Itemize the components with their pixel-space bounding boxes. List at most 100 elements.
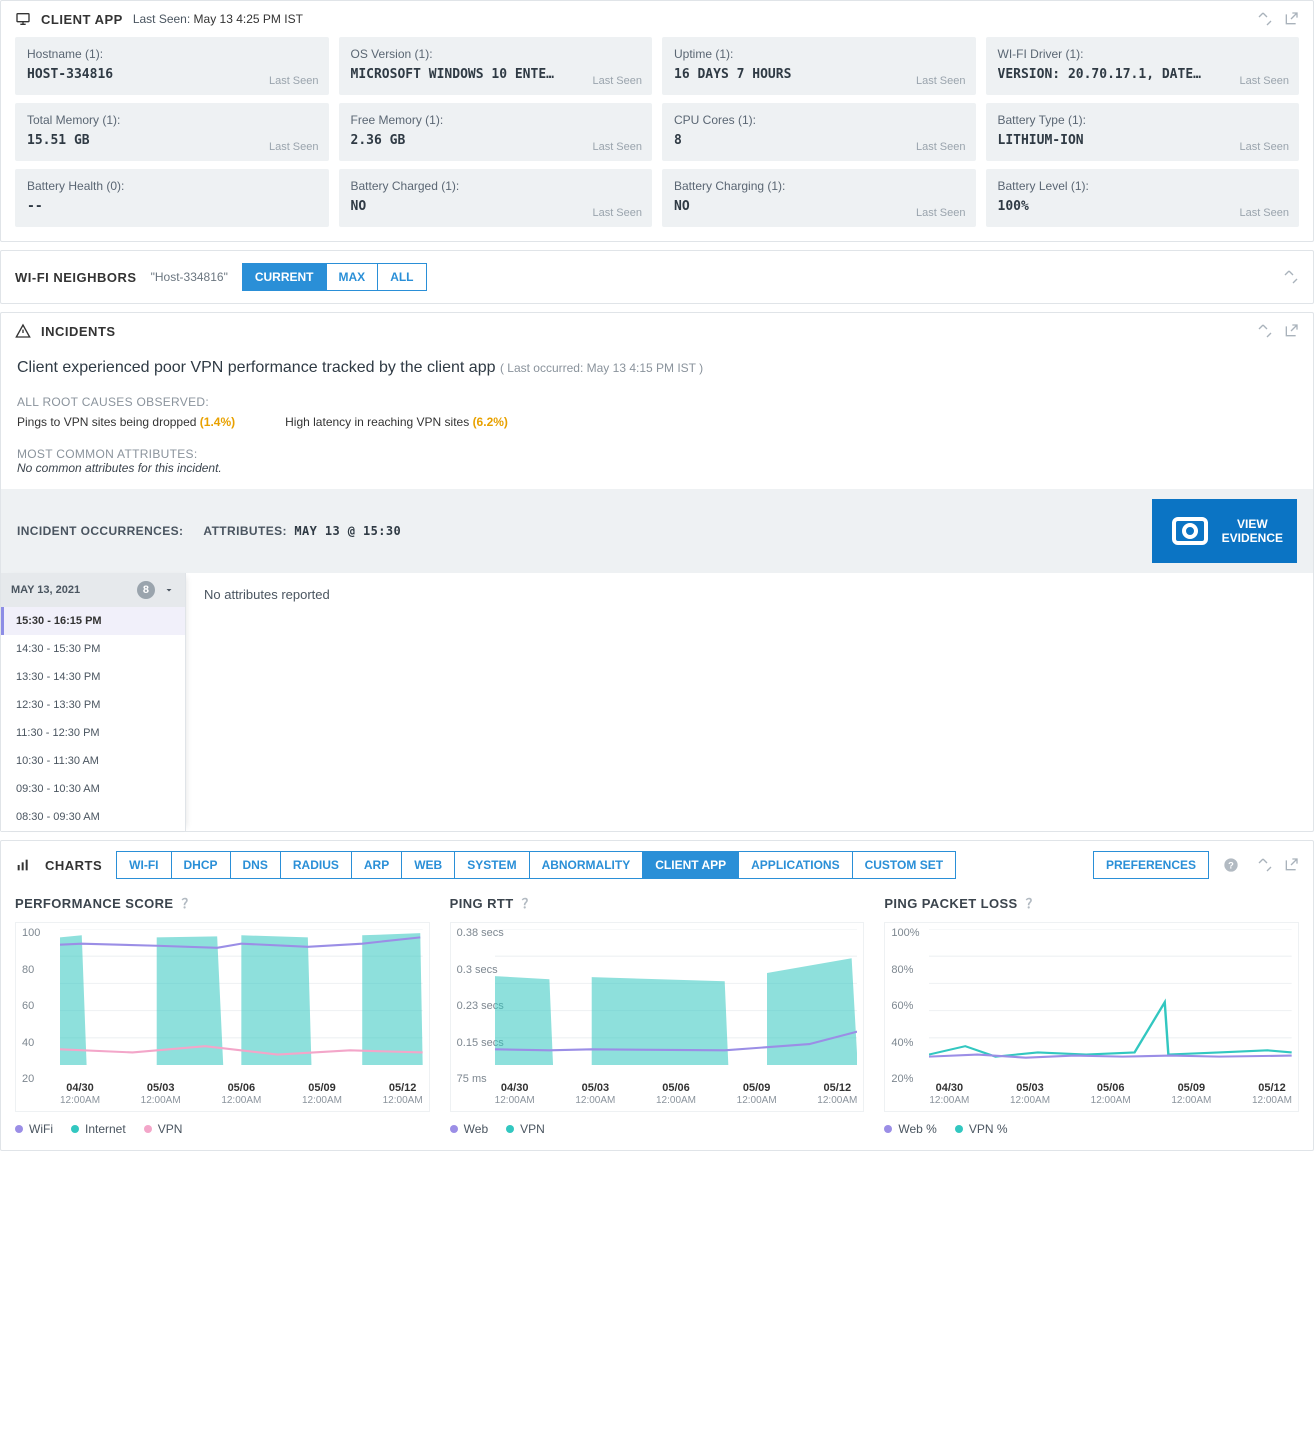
wifi-neighbors-title: WI-FI NEIGHBORS: [15, 270, 137, 285]
occurrence-item[interactable]: 15:30 - 16:15 PM: [1, 607, 185, 635]
occurrence-item[interactable]: 13:30 - 14:30 PM: [1, 663, 185, 691]
chart-ping-packet-loss: PING PACKET LOSS ？ 100%80%60%40%20% 04/3…: [884, 889, 1299, 1136]
metric-lastseen: Last Seen: [592, 141, 642, 153]
metric-card[interactable]: Total Memory (1): 15.51 GB Last Seen: [15, 103, 329, 161]
metric-card[interactable]: WI-FI Driver (1): VERSION: 20.70.17.1, D…: [986, 37, 1300, 95]
tab-custom-set[interactable]: CUSTOM SET: [853, 851, 956, 879]
metric-lastseen: Last Seen: [1239, 75, 1289, 87]
tab-client-app[interactable]: CLIENT APP: [643, 851, 739, 879]
tab-radius[interactable]: RADIUS: [281, 851, 352, 879]
metric-card[interactable]: Battery Type (1): LITHIUM-ION Last Seen: [986, 103, 1300, 161]
client-app-header: CLIENT APP Last Seen: May 13 4:25 PM IST: [1, 1, 1313, 37]
occurrence-item[interactable]: 14:30 - 15:30 PM: [1, 635, 185, 663]
attributes-body: No attributes reported: [186, 573, 1313, 831]
collapse-icon[interactable]: [1257, 11, 1273, 27]
metric-lastseen: Last Seen: [916, 141, 966, 153]
attributes-label: ATTRIBUTES: MAY 13 @ 15:30: [203, 524, 401, 538]
wifi-neighbors-host: "Host-334816": [151, 270, 228, 284]
tab-applications[interactable]: APPLICATIONS: [739, 851, 852, 879]
metric-label: OS Version (1):: [351, 47, 641, 61]
tab-abnormality[interactable]: ABNORMALITY: [530, 851, 644, 879]
x-axis: 04/3012:00AM05/0312:00AM05/0612:00AM05/0…: [929, 1082, 1292, 1107]
occurrence-item[interactable]: 10:30 - 11:30 AM: [1, 747, 185, 775]
occurrences-label: INCIDENT OCCURRENCES:: [17, 524, 183, 538]
client-app-panel: CLIENT APP Last Seen: May 13 4:25 PM IST…: [0, 0, 1314, 242]
popout-icon[interactable]: [1283, 323, 1299, 339]
chart-plot[interactable]: 10080604020 04/3012:00AM05/0312:00AM05/0…: [15, 922, 430, 1112]
metric-lastseen: Last Seen: [916, 207, 966, 219]
occurrence-item[interactable]: 11:30 - 12:30 PM: [1, 719, 185, 747]
incidents-title: INCIDENTS: [41, 324, 116, 339]
metric-card[interactable]: CPU Cores (1): 8 Last Seen: [662, 103, 976, 161]
help-icon[interactable]: ？: [522, 896, 535, 911]
legend-item: WiFi: [15, 1122, 53, 1136]
seg-current[interactable]: CURRENT: [242, 263, 327, 291]
mca-label: MOST COMMON ATTRIBUTES:: [17, 447, 1297, 461]
preferences-button[interactable]: PREFERENCES: [1093, 851, 1209, 879]
occurrences-count-badge: 8: [137, 581, 155, 599]
bar-chart-icon: [15, 857, 31, 873]
seg-all[interactable]: ALL: [378, 263, 426, 291]
metric-lastseen: Last Seen: [592, 75, 642, 87]
tab-arp[interactable]: ARP: [352, 851, 402, 879]
occurrence-item[interactable]: 08:30 - 09:30 AM: [1, 803, 185, 831]
metric-lastseen: Last Seen: [1239, 207, 1289, 219]
collapse-icon[interactable]: [1283, 269, 1299, 285]
tab-web[interactable]: WEB: [402, 851, 455, 879]
help-icon[interactable]: ？: [1026, 896, 1039, 911]
occurrence-item[interactable]: 12:30 - 13:30 PM: [1, 691, 185, 719]
metric-card[interactable]: Hostname (1): HOST-334816 Last Seen: [15, 37, 329, 95]
tab-system[interactable]: SYSTEM: [455, 851, 529, 879]
metric-label: Battery Charged (1):: [351, 179, 641, 193]
panel-title: CLIENT APP: [41, 12, 123, 27]
occurrences-date-header[interactable]: MAY 13, 2021 8: [1, 573, 185, 607]
metric-card[interactable]: Free Memory (1): 2.36 GB Last Seen: [339, 103, 653, 161]
chevron-down-icon: [163, 584, 175, 596]
collapse-icon[interactable]: [1257, 323, 1273, 339]
metric-card[interactable]: Battery Charging (1): NO Last Seen: [662, 169, 976, 227]
chart-title: PING RTT ？: [450, 893, 865, 912]
wifi-neighbors-panel: WI-FI NEIGHBORS "Host-334816" CURRENTMAX…: [0, 250, 1314, 304]
legend-item: VPN: [144, 1122, 183, 1136]
incidents-panel: INCIDENTS Client experienced poor VPN pe…: [0, 312, 1314, 832]
tab-dns[interactable]: DNS: [231, 851, 281, 879]
metric-card[interactable]: OS Version (1): MICROSOFT WINDOWS 10 ENT…: [339, 37, 653, 95]
incident-headline: Client experienced poor VPN performance …: [17, 359, 1297, 377]
metric-card[interactable]: Battery Level (1): 100% Last Seen: [986, 169, 1300, 227]
y-axis: 100%80%60%40%20%: [891, 927, 919, 1085]
svg-text:?: ?: [1228, 860, 1234, 870]
chart-plot[interactable]: 100%80%60%40%20% 04/3012:00AM05/0312:00A…: [884, 922, 1299, 1112]
collapse-icon[interactable]: [1257, 857, 1273, 873]
metric-card[interactable]: Battery Charged (1): NO Last Seen: [339, 169, 653, 227]
x-axis: 04/3012:00AM05/0312:00AM05/0612:00AM05/0…: [60, 1082, 423, 1107]
view-evidence-button[interactable]: VIEW EVIDENCE: [1152, 499, 1297, 563]
occurrence-item[interactable]: 09:30 - 10:30 AM: [1, 775, 185, 803]
metrics-grid: Hostname (1): HOST-334816 Last Seen Total…: [1, 37, 1313, 241]
chart-title: PERFORMANCE SCORE ？: [15, 893, 430, 912]
popout-icon[interactable]: [1283, 11, 1299, 27]
metric-card[interactable]: Battery Health (0): --: [15, 169, 329, 227]
metric-label: Battery Health (0):: [27, 179, 317, 193]
popout-icon[interactable]: [1283, 857, 1299, 873]
metric-label: Battery Type (1):: [998, 113, 1288, 127]
metric-label: Free Memory (1):: [351, 113, 641, 127]
help-icon[interactable]: ？: [182, 896, 195, 911]
metric-lastseen: Last Seen: [592, 207, 642, 219]
help-icon[interactable]: ?: [1223, 857, 1239, 873]
chart-legend: Web % VPN %: [884, 1122, 1299, 1136]
metric-card[interactable]: Uptime (1): 16 DAYS 7 HOURS Last Seen: [662, 37, 976, 95]
chart-title: PING PACKET LOSS ？: [884, 893, 1299, 912]
chart-plot[interactable]: 0.38 secs0.3 secs0.23 secs0.15 secs75 ms…: [450, 922, 865, 1112]
seg-max[interactable]: MAX: [327, 263, 379, 291]
chart-performance-score: PERFORMANCE SCORE ？ 10080604020 04/3012:…: [15, 889, 430, 1136]
metric-label: Hostname (1):: [27, 47, 317, 61]
chart-legend: WebVPN: [450, 1122, 865, 1136]
metric-lastseen: Last Seen: [1239, 141, 1289, 153]
legend-item: Web %: [884, 1122, 936, 1136]
legend-item: VPN: [506, 1122, 545, 1136]
metric-label: Battery Level (1):: [998, 179, 1288, 193]
tab-dhcp[interactable]: DHCP: [172, 851, 231, 879]
wifi-neighbors-segcontrol: CURRENTMAXALL: [242, 263, 427, 291]
tab-wi-fi[interactable]: WI-FI: [116, 851, 171, 879]
legend-item: VPN %: [955, 1122, 1008, 1136]
